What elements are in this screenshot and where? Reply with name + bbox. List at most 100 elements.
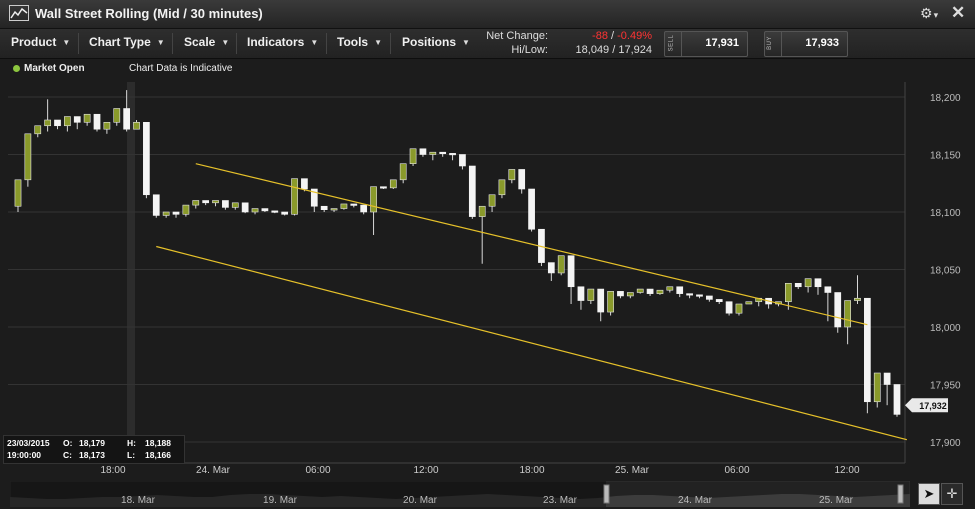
- navigator-date-label: 23. Mar: [543, 495, 578, 506]
- y-tick-label: 18,000: [930, 323, 961, 334]
- ohlc-open: 18,179: [79, 438, 105, 448]
- candle-body: [498, 179, 506, 196]
- ohlc-high: 18,188: [145, 438, 171, 448]
- chevron-down-icon: ▼: [62, 38, 71, 47]
- pointer-tool-button[interactable]: ➤: [918, 483, 940, 505]
- candle-body: [656, 289, 664, 294]
- buy-price: 17,933: [805, 37, 839, 49]
- candle-body: [814, 278, 822, 288]
- close-icon[interactable]: ✕: [951, 3, 965, 23]
- candle-body: [399, 163, 407, 181]
- candle-body: [14, 179, 22, 207]
- navigator-date-label: 24. Mar: [678, 495, 713, 506]
- candle-body: [488, 194, 496, 207]
- menu-chart-type[interactable]: Chart Type ▼: [89, 35, 165, 49]
- window-title: Wall Street Rolling (Mid / 30 minutes): [35, 6, 263, 21]
- navigator-date-label: 18. Mar: [121, 495, 156, 506]
- candle-body: [123, 108, 131, 130]
- x-tick-label: 12:00: [834, 465, 859, 476]
- time-navigator[interactable]: 18. Mar 19. Mar 20. Mar 23. Mar 24. Mar 25. M…: [10, 481, 910, 507]
- price-chart[interactable]: 18,200 18,150 18,100 18,050 18,000 17,950 17,9…: [0, 58, 975, 481]
- candle-body: [715, 299, 723, 302]
- menu-positions[interactable]: Positions ▼: [402, 35, 470, 49]
- candle-body: [804, 278, 812, 288]
- y-tick-label: 18,100: [930, 208, 961, 219]
- candle-body: [705, 295, 713, 300]
- candle-body: [93, 113, 101, 130]
- menu-tools[interactable]: Tools ▼: [337, 35, 382, 49]
- net-change-value: -88 / -0.49%: [592, 30, 652, 42]
- gear-icon[interactable]: ⚙▾: [920, 5, 938, 22]
- menu-indicators[interactable]: Indicators ▼: [247, 35, 318, 49]
- candle-body: [113, 108, 121, 123]
- candle-body: [152, 194, 160, 216]
- candle-body: [409, 148, 417, 164]
- x-tick-label: 25. Mar: [615, 465, 650, 476]
- candle-body: [646, 288, 654, 294]
- candle-body: [380, 186, 387, 189]
- navigator-date-label: 19. Mar: [263, 495, 298, 506]
- candle-body: [330, 208, 338, 211]
- chart-app-icon: [9, 5, 29, 21]
- chevron-down-icon: ▼: [310, 38, 319, 47]
- candle-body: [172, 211, 180, 215]
- sell-button[interactable]: SELL 17,931: [664, 31, 748, 57]
- navigator-date-label: 25. Mar: [819, 495, 854, 506]
- candle-body: [133, 122, 140, 130]
- candle-body: [212, 200, 219, 204]
- candle-body: [202, 200, 210, 204]
- candle-body: [419, 148, 427, 155]
- x-tick-label: 06:00: [305, 465, 330, 476]
- candle-body: [696, 294, 703, 297]
- x-tick-label: 12:00: [413, 465, 438, 476]
- candle-body: [83, 113, 91, 123]
- navigator-unselected: [10, 481, 606, 507]
- candle-body: [597, 288, 605, 313]
- title-bar: Wall Street Rolling (Mid / 30 minutes) ⚙…: [0, 0, 975, 29]
- candle-body: [854, 297, 861, 301]
- chevron-down-icon: ▼: [221, 38, 230, 47]
- ohlc-close: 18,173: [79, 450, 105, 460]
- x-tick-label: 18:00: [100, 465, 125, 476]
- candle-body: [222, 200, 229, 208]
- sell-price: 17,931: [705, 37, 739, 49]
- candle-body: [320, 205, 328, 210]
- y-tick-label: 18,150: [930, 151, 961, 162]
- y-tick-label: 17,900: [930, 438, 961, 449]
- candle-body: [439, 151, 447, 154]
- candle-body: [389, 179, 397, 189]
- candle-body: [281, 211, 289, 215]
- candle-body: [567, 255, 575, 288]
- candle-body: [449, 153, 456, 156]
- y-tick-label: 18,200: [930, 93, 961, 104]
- crosshair-tool-button[interactable]: ✛: [941, 483, 963, 505]
- candle-body: [557, 255, 565, 274]
- navigator-handle-right: [897, 484, 904, 504]
- menu-scale[interactable]: Scale ▼: [184, 35, 229, 49]
- net-change-label: Net Change:: [486, 30, 548, 42]
- candle-body: [231, 202, 239, 208]
- candle-body: [636, 288, 644, 293]
- hilow-label: Hi/Low:: [511, 44, 548, 56]
- navigator-date-label: 20. Mar: [403, 495, 438, 506]
- candle-body: [528, 188, 535, 230]
- candle-body: [794, 283, 802, 288]
- ohlc-time: 19:00:00: [7, 450, 42, 460]
- buy-button[interactable]: BUY 17,933: [764, 31, 848, 57]
- menu-product[interactable]: Product ▼: [11, 35, 70, 49]
- candle-body: [370, 186, 377, 213]
- candle-body: [676, 286, 684, 294]
- candle-body: [508, 169, 516, 181]
- candle-body: [725, 301, 733, 314]
- ohlc-panel: 23/03/2015 19:00:00 O: 18,179 C: 18,173 …: [3, 435, 185, 464]
- candle-body: [459, 154, 466, 167]
- candle-body: [883, 372, 891, 385]
- candle-body: [518, 169, 526, 190]
- candle-body: [241, 202, 249, 213]
- candle-body: [44, 119, 51, 127]
- y-tick-label: 17,950: [930, 381, 961, 392]
- candle-body: [745, 301, 753, 305]
- candle-body: [824, 286, 832, 293]
- candle-body: [686, 293, 693, 296]
- chevron-down-icon: ▼: [156, 38, 165, 47]
